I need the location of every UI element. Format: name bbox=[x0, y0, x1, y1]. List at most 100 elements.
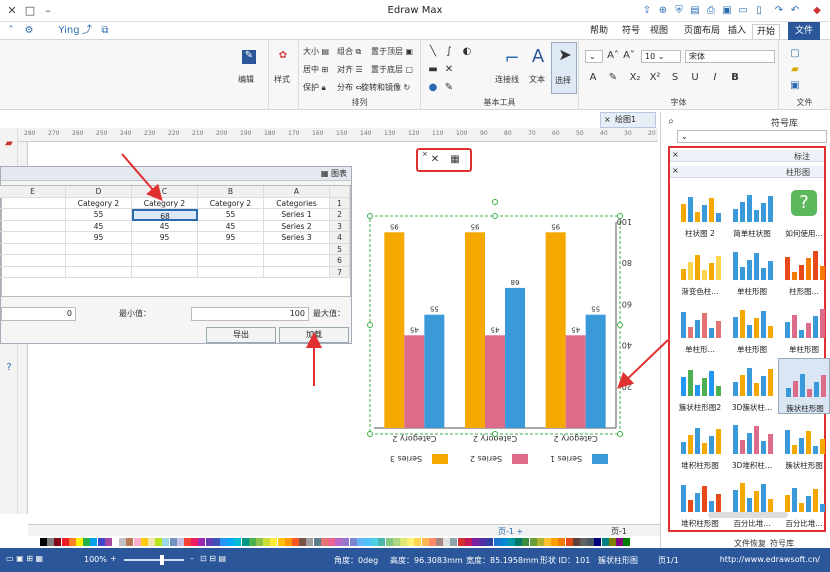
color-swatch[interactable] bbox=[299, 538, 307, 546]
color-swatch[interactable] bbox=[392, 538, 400, 546]
color-swatch[interactable] bbox=[371, 538, 379, 546]
grid-cell[interactable] bbox=[0, 255, 66, 267]
grid-cell[interactable]: Category 2 bbox=[198, 197, 264, 209]
color-swatch[interactable] bbox=[616, 538, 623, 546]
color-swatch[interactable] bbox=[608, 538, 616, 546]
color-swatch[interactable] bbox=[47, 538, 55, 546]
data-grid[interactable]: A B C D E 1 Categories Category 2 Category 2 Cate… bbox=[0, 185, 351, 297]
chart-data-icon[interactable]: ▦ bbox=[448, 154, 462, 168]
print-icon[interactable]: ⎙ bbox=[704, 4, 718, 18]
color-swatch[interactable] bbox=[126, 538, 134, 546]
grid-cell[interactable] bbox=[264, 255, 330, 267]
toolbar-close-icon[interactable]: × bbox=[422, 150, 428, 158]
section-bars-close-icon[interactable]: × bbox=[672, 166, 679, 175]
grid-cell[interactable] bbox=[66, 266, 132, 278]
color-swatch[interactable] bbox=[342, 538, 350, 546]
rect-tool-icon[interactable]: ▬ bbox=[427, 64, 439, 76]
line-tool-icon[interactable]: ╲ bbox=[427, 46, 439, 58]
grid-cell[interactable]: 55 bbox=[66, 209, 132, 221]
grid-cell[interactable] bbox=[198, 266, 264, 278]
grid-cell[interactable]: 68 bbox=[132, 209, 198, 221]
select-button[interactable]: ➤ 选择 bbox=[551, 42, 577, 94]
page-tab-active[interactable]: 页-1 + bbox=[498, 526, 523, 537]
zoom-slider[interactable] bbox=[124, 559, 184, 561]
library-shape[interactable]: 单柱形图 bbox=[726, 300, 778, 356]
color-swatch[interactable] bbox=[450, 538, 458, 546]
group-button[interactable]: 组合 ⧉ bbox=[337, 46, 361, 57]
color-swatch[interactable] bbox=[536, 538, 544, 546]
color-swatch[interactable] bbox=[234, 538, 242, 546]
color-swatch[interactable] bbox=[443, 538, 451, 546]
section-marks-close-icon[interactable]: × bbox=[672, 150, 679, 159]
color-swatch[interactable] bbox=[40, 538, 47, 546]
library-shape[interactable]: 3D堆积柱... bbox=[726, 416, 778, 472]
grid-cell[interactable] bbox=[66, 255, 132, 267]
save-icon[interactable]: ▣ bbox=[720, 4, 734, 18]
size-button[interactable]: 大小 ▤ bbox=[303, 46, 329, 57]
color-swatch[interactable] bbox=[306, 538, 314, 546]
color-swatch[interactable] bbox=[61, 538, 69, 546]
send-back-button[interactable]: 置于底层 ▢ bbox=[371, 64, 413, 75]
distribute-button[interactable]: 分布 ⇔ bbox=[337, 82, 362, 93]
font-size-select[interactable]: 10 ⌄ bbox=[641, 50, 681, 63]
color-swatch[interactable] bbox=[544, 538, 551, 546]
color-swatch[interactable] bbox=[140, 538, 148, 546]
color-swatch[interactable] bbox=[313, 538, 321, 546]
font-grow-icon[interactable]: A˄ bbox=[607, 50, 619, 62]
grid-cell[interactable]: Series 3 bbox=[264, 232, 330, 244]
library-shape[interactable]: 柱状图 2 bbox=[674, 184, 726, 240]
page-tab[interactable]: 页-1 bbox=[611, 526, 627, 537]
zoom-out-icon[interactable]: – bbox=[190, 554, 194, 563]
color-swatch[interactable] bbox=[162, 538, 170, 546]
save-file-icon[interactable]: ▣ bbox=[789, 80, 801, 92]
section-bars[interactable]: 柱形图 × bbox=[670, 166, 824, 178]
bring-front-button[interactable]: 置于顶层 ▣ bbox=[371, 46, 413, 57]
color-swatch[interactable] bbox=[558, 538, 566, 546]
color-swatch[interactable] bbox=[104, 538, 112, 546]
grid-cell[interactable] bbox=[264, 243, 330, 255]
undo-icon[interactable]: ↶ bbox=[788, 4, 802, 18]
color-swatch[interactable] bbox=[212, 538, 220, 546]
menu-page-layout[interactable]: 页面布局 bbox=[680, 24, 724, 39]
font-name-select[interactable]: 宋体 bbox=[685, 50, 775, 63]
zoom-thumb[interactable] bbox=[160, 555, 164, 565]
column-header[interactable]: C bbox=[132, 186, 198, 198]
menu-view[interactable]: 视图 bbox=[646, 24, 672, 39]
color-swatch[interactable] bbox=[328, 538, 335, 546]
pen-tool-icon[interactable]: ✎ bbox=[443, 82, 455, 94]
library-shape[interactable]: 柱形图... bbox=[778, 242, 830, 298]
color-swatch[interactable] bbox=[241, 538, 249, 546]
color-swatch[interactable] bbox=[54, 538, 62, 546]
grid-cell[interactable] bbox=[198, 255, 264, 267]
close-icon[interactable]: ✕ bbox=[4, 4, 20, 18]
bezier-tool-icon[interactable]: ∫ bbox=[443, 46, 455, 58]
grid-cell[interactable]: Category 2 bbox=[132, 197, 198, 209]
color-swatch[interactable] bbox=[479, 538, 487, 546]
document-tab[interactable]: 绘图1 × bbox=[600, 112, 656, 128]
grid-cell[interactable]: Series 1 bbox=[264, 209, 330, 221]
open-file-icon[interactable]: ▰ bbox=[789, 64, 801, 76]
library-shape[interactable]: 3D簇状柱... bbox=[726, 358, 778, 414]
color-swatch[interactable] bbox=[572, 538, 580, 546]
row-number[interactable]: 7 bbox=[330, 266, 350, 278]
chart-tools-icon[interactable]: ✕ bbox=[428, 154, 442, 168]
view-mode-icons[interactable]: ▭ ▣ ⊞ ▦ bbox=[6, 554, 43, 563]
connector-label[interactable]: 连接线 bbox=[495, 74, 519, 85]
connector-icon[interactable]: ⌐ bbox=[501, 48, 523, 70]
color-swatch[interactable] bbox=[176, 538, 184, 546]
subscript-icon[interactable]: X₂ bbox=[629, 72, 641, 84]
column-header[interactable]: B bbox=[198, 186, 264, 198]
color-swatch[interactable] bbox=[385, 538, 393, 546]
color-swatch[interactable] bbox=[292, 538, 299, 546]
section-marks[interactable]: 标注 × bbox=[670, 150, 824, 162]
color-swatch[interactable] bbox=[472, 538, 479, 546]
color-swatch[interactable] bbox=[284, 538, 292, 546]
new-icon[interactable]: ▯ bbox=[752, 4, 766, 18]
collapse-ribbon-icon[interactable]: ˄ bbox=[4, 24, 18, 38]
color-swatch[interactable] bbox=[464, 538, 472, 546]
color-swatch[interactable] bbox=[198, 538, 206, 546]
color-swatch[interactable] bbox=[414, 538, 422, 546]
protect-button[interactable]: 保护 🔒︎ bbox=[303, 82, 326, 93]
style-label[interactable]: 样式 bbox=[274, 74, 290, 85]
menu-insert[interactable]: 插入 bbox=[724, 24, 750, 39]
